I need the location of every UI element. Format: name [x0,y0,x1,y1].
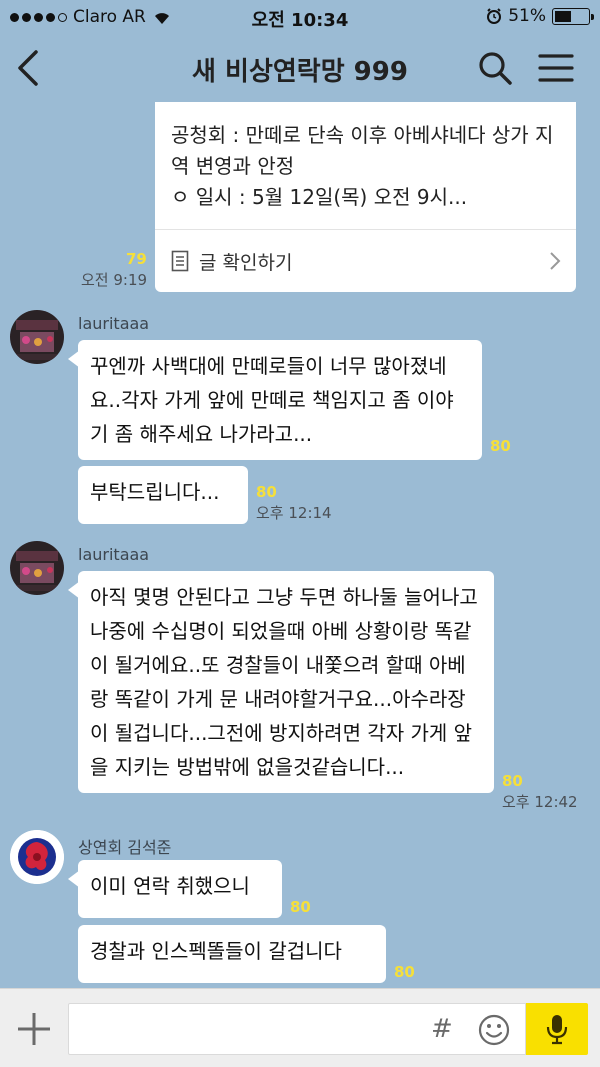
unread-count: 79 [126,250,147,268]
message-time: 오후 12:42 [502,793,578,811]
emoji-button[interactable] [477,1013,511,1047]
mic-icon [546,1015,568,1045]
hash-icon[interactable]: # [431,1014,453,1044]
menu-icon [538,54,574,82]
sender-name: 상연회 김석준 [78,838,172,857]
message-bubble[interactable]: 부탁드립니다... [78,466,248,524]
notice-footer-label: 글 확인하기 [199,251,293,274]
search-icon [479,52,512,85]
chat-header: 새 비상연락망 999 [0,34,600,102]
battery-icon [552,7,594,25]
avatar[interactable] [10,541,64,595]
chevron-right-icon [550,252,561,270]
message-time: 오전 9:19 [81,271,148,289]
unread-count: 80 [502,772,523,790]
avatar-image [10,541,64,595]
unread-count: 80 [256,483,277,501]
avatar-image [10,830,64,884]
status-right-group: 51% [486,6,594,26]
notice-card[interactable]: 공청회 : 만떼로 단속 이후 아베샤네다 상가 지역 변영과 안정 ㅇ 일시 … [155,102,576,292]
notice-text: 공청회 : 만떼로 단속 이후 아베샤네다 상가 지역 변영과 안정 ㅇ 일시 … [171,123,554,209]
unread-count: 80 [394,963,415,981]
sender-name: lauritaaa [78,545,150,564]
avatar[interactable] [10,310,64,364]
avatar[interactable] [10,830,64,884]
attach-button[interactable] [14,1009,54,1049]
alarm-icon [487,8,502,24]
message-bubble[interactable]: 아직 몇명 안된다고 그냥 두면 하나둘 늘어나고 나중에 수십명이 되었을때 … [68,571,494,793]
message-bubble[interactable]: 경찰과 인스펙똘들이 갈겁니다 [78,925,386,983]
message-input[interactable]: # [68,1003,526,1055]
battery-percent: 51% [508,6,546,26]
menu-button[interactable] [534,46,578,90]
message-time: 오후 12:14 [256,504,332,522]
message-bubble[interactable]: 이미 연락 취했으니 [68,860,282,918]
unread-count: 80 [490,437,511,455]
input-bar: # [0,988,600,1067]
status-bar: Claro AR 오전 10:34 51% [0,0,600,34]
search-button[interactable] [473,46,517,90]
unread-count: 80 [290,898,311,916]
message-bubble[interactable]: 꾸엔까 사백대에 만떼로들이 너무 많아졌네요..각자 가게 앞에 만떼로 책임… [68,340,482,460]
plus-icon [18,1013,50,1045]
sender-name: lauritaaa [78,314,150,333]
document-icon [171,250,189,272]
emoji-icon [478,1014,510,1046]
voice-button[interactable] [526,1003,588,1055]
notice-open-button[interactable]: 글 확인하기 [155,229,576,292]
avatar-image [10,310,64,364]
